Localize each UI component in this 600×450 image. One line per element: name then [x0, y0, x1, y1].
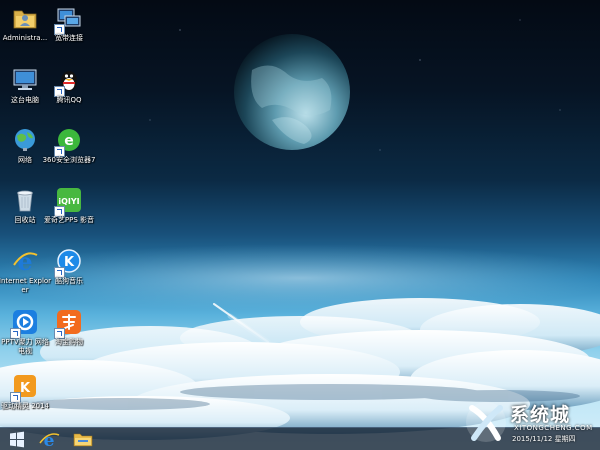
desktop-icon-driver-genius[interactable]: K 驱动精灵 2014: [0, 370, 50, 432]
desktop-icon-user-folder[interactable]: Administra...: [0, 2, 50, 64]
windows-logo-icon: [10, 431, 24, 448]
taskbar-clock-date[interactable]: 2015/11/12 星期四: [512, 434, 576, 444]
svg-text:e: e: [17, 247, 32, 275]
desktop-icon-360-browser[interactable]: e 360安全浏览器7: [42, 124, 96, 186]
desktop[interactable]: Administra... 这台电脑 网络 回收站 e Internet Exp…: [0, 0, 600, 450]
network-globe-icon: [15, 129, 35, 151]
xitongcheng-logo-icon: [466, 402, 506, 442]
desktop-icon-network[interactable]: 网络: [0, 124, 50, 186]
taskbar-file-explorer[interactable]: [68, 429, 98, 450]
svg-text:K: K: [20, 381, 31, 396]
desktop-icon-label: 驱动精灵 2014: [0, 402, 50, 410]
planet: [234, 34, 350, 150]
desktop-icon-label: 宽带连接: [55, 34, 83, 42]
svg-text:e: e: [64, 133, 74, 149]
computer-icon: [13, 69, 37, 90]
internet-explorer-icon: e: [39, 431, 60, 450]
watermark-brand: 系统城: [510, 404, 571, 426]
desktop-icon-label: 腾讯QQ: [56, 96, 82, 104]
internet-explorer-icon: e: [13, 247, 38, 275]
desktop-icon-taobao[interactable]: 淘宝购物: [44, 306, 94, 368]
recycle-bin-icon: [17, 190, 33, 212]
watermark-site: XITONGCHENG.COM: [514, 424, 593, 432]
desktop-icon-broadband[interactable]: 宽带连接: [44, 2, 94, 64]
desktop-icon-label: 360安全浏览器7: [42, 156, 96, 164]
desktop-icon-recycle-bin[interactable]: 回收站: [0, 184, 50, 246]
desktop-icon-internet-explorer[interactable]: e Internet Explorer: [0, 245, 51, 307]
desktop-icon-label: 酷狗音乐: [55, 277, 83, 285]
watermark: 系统城 XITONGCHENG.COM 2015/11/12 星期四: [462, 398, 600, 450]
desktop-icon-this-pc[interactable]: 这台电脑: [0, 64, 50, 126]
desktop-icon-iqiyi-pps[interactable]: iQIYI 爱奇艺PPS 影音: [44, 184, 94, 246]
desktop-icon-qq[interactable]: 腾讯QQ: [44, 64, 94, 126]
desktop-icon-kugou[interactable]: K 酷狗音乐: [44, 245, 94, 307]
desktop-icon-pptv[interactable]: PPTV聚力 网络电视: [0, 306, 50, 368]
svg-text:iQIYI: iQIYI: [58, 197, 79, 206]
desktop-icon-label: 爱奇艺PPS 影音: [43, 216, 95, 224]
svg-text:K: K: [64, 255, 75, 270]
taskbar-internet-explorer[interactable]: e: [34, 429, 64, 450]
folder-user-icon: [13, 10, 37, 29]
desktop-icon-label: 淘宝购物: [55, 338, 83, 346]
start-button[interactable]: [2, 429, 32, 450]
file-explorer-icon: [73, 433, 93, 447]
